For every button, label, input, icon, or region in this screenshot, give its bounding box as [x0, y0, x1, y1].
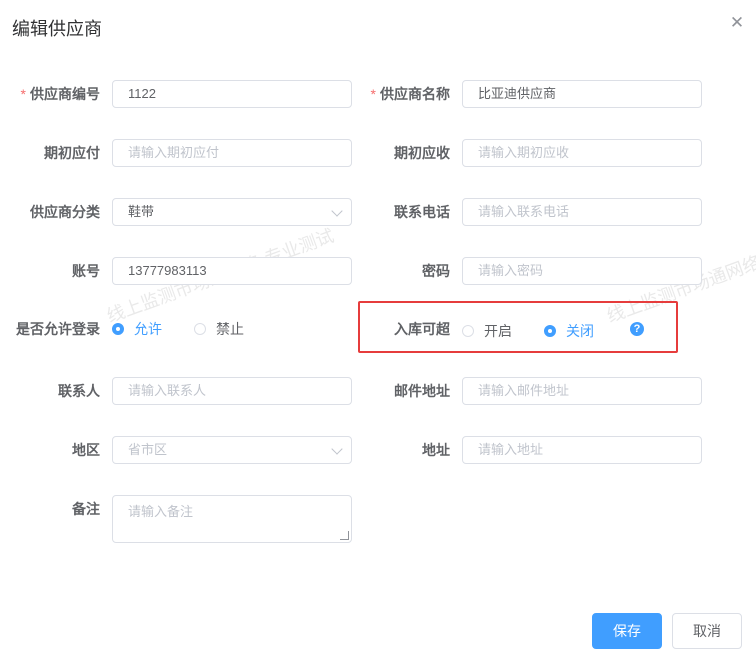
- account-input[interactable]: 13777983113: [112, 257, 352, 285]
- remark-textarea[interactable]: 请输入备注: [112, 495, 352, 543]
- category-label: 供应商分类: [30, 204, 100, 220]
- phone-input[interactable]: 请输入联系电话: [462, 198, 702, 226]
- region-label: 地区: [72, 442, 100, 458]
- region-select[interactable]: 省市区: [112, 436, 352, 464]
- chevron-down-icon: [331, 443, 343, 455]
- email-input[interactable]: 请输入邮件地址: [462, 377, 702, 405]
- cancel-button[interactable]: 取消: [672, 613, 742, 649]
- address-input[interactable]: 请输入地址: [462, 436, 702, 464]
- radio-label: 开启: [484, 323, 512, 339]
- phone-label: 联系电话: [394, 204, 450, 220]
- email-label: 邮件地址: [394, 383, 450, 399]
- radio-label: 允许: [134, 321, 162, 337]
- chevron-down-icon: [331, 205, 343, 217]
- opening-payable-input[interactable]: 请输入期初应付: [112, 139, 352, 167]
- radio-dot: [112, 323, 124, 335]
- supplier-name-input[interactable]: 比亚迪供应商: [462, 80, 702, 108]
- supplier-name-label: * 供应商名称: [371, 80, 450, 108]
- radio-label: 禁止: [216, 321, 244, 337]
- question-circle-icon[interactable]: ?: [630, 322, 644, 336]
- supplier-code-label: * 供应商编号: [21, 80, 100, 108]
- remark-placeholder: 请输入备注: [128, 504, 194, 519]
- supplier-code-input[interactable]: 1122: [112, 80, 352, 108]
- supplier-name-label-text: 供应商名称: [380, 86, 450, 102]
- opening-receivable-label: 期初应收: [394, 145, 450, 161]
- remark-label: 备注: [72, 501, 100, 517]
- supplier-code-label-text: 供应商编号: [30, 86, 100, 102]
- save-button[interactable]: 保存: [592, 613, 662, 649]
- allow-login-radio-forbid[interactable]: 禁止: [194, 319, 244, 339]
- contact-label: 联系人: [58, 383, 100, 399]
- required-asterisk: *: [20, 86, 26, 102]
- allow-login-radio-allow[interactable]: 允许: [112, 319, 162, 339]
- allow-login-label: 是否允许登录: [16, 321, 100, 337]
- region-placeholder: 省市区: [128, 442, 168, 457]
- password-label: 密码: [422, 263, 450, 279]
- category-select[interactable]: 鞋带: [112, 198, 352, 226]
- contact-input[interactable]: 请输入联系人: [112, 377, 352, 405]
- address-label: 地址: [422, 442, 450, 458]
- opening-receivable-input[interactable]: 请输入期初应收: [462, 139, 702, 167]
- radio-label: 关闭: [566, 323, 594, 339]
- radio-dot: [544, 325, 556, 337]
- radio-dot: [194, 323, 206, 335]
- account-label: 账号: [72, 263, 100, 279]
- dialog-title: 编辑供应商: [12, 19, 102, 39]
- required-asterisk: *: [370, 86, 376, 102]
- close-icon[interactable]: ✕: [727, 13, 747, 33]
- overstock-radio-on[interactable]: 开启: [462, 321, 512, 341]
- category-value: 鞋带: [128, 204, 155, 219]
- overstock-label: 入库可超: [394, 321, 450, 337]
- password-input[interactable]: 请输入密码: [462, 257, 702, 285]
- radio-dot: [462, 325, 474, 337]
- opening-payable-label: 期初应付: [44, 145, 100, 161]
- resize-grip-icon[interactable]: [340, 531, 349, 540]
- overstock-radio-off[interactable]: 关闭: [544, 321, 594, 341]
